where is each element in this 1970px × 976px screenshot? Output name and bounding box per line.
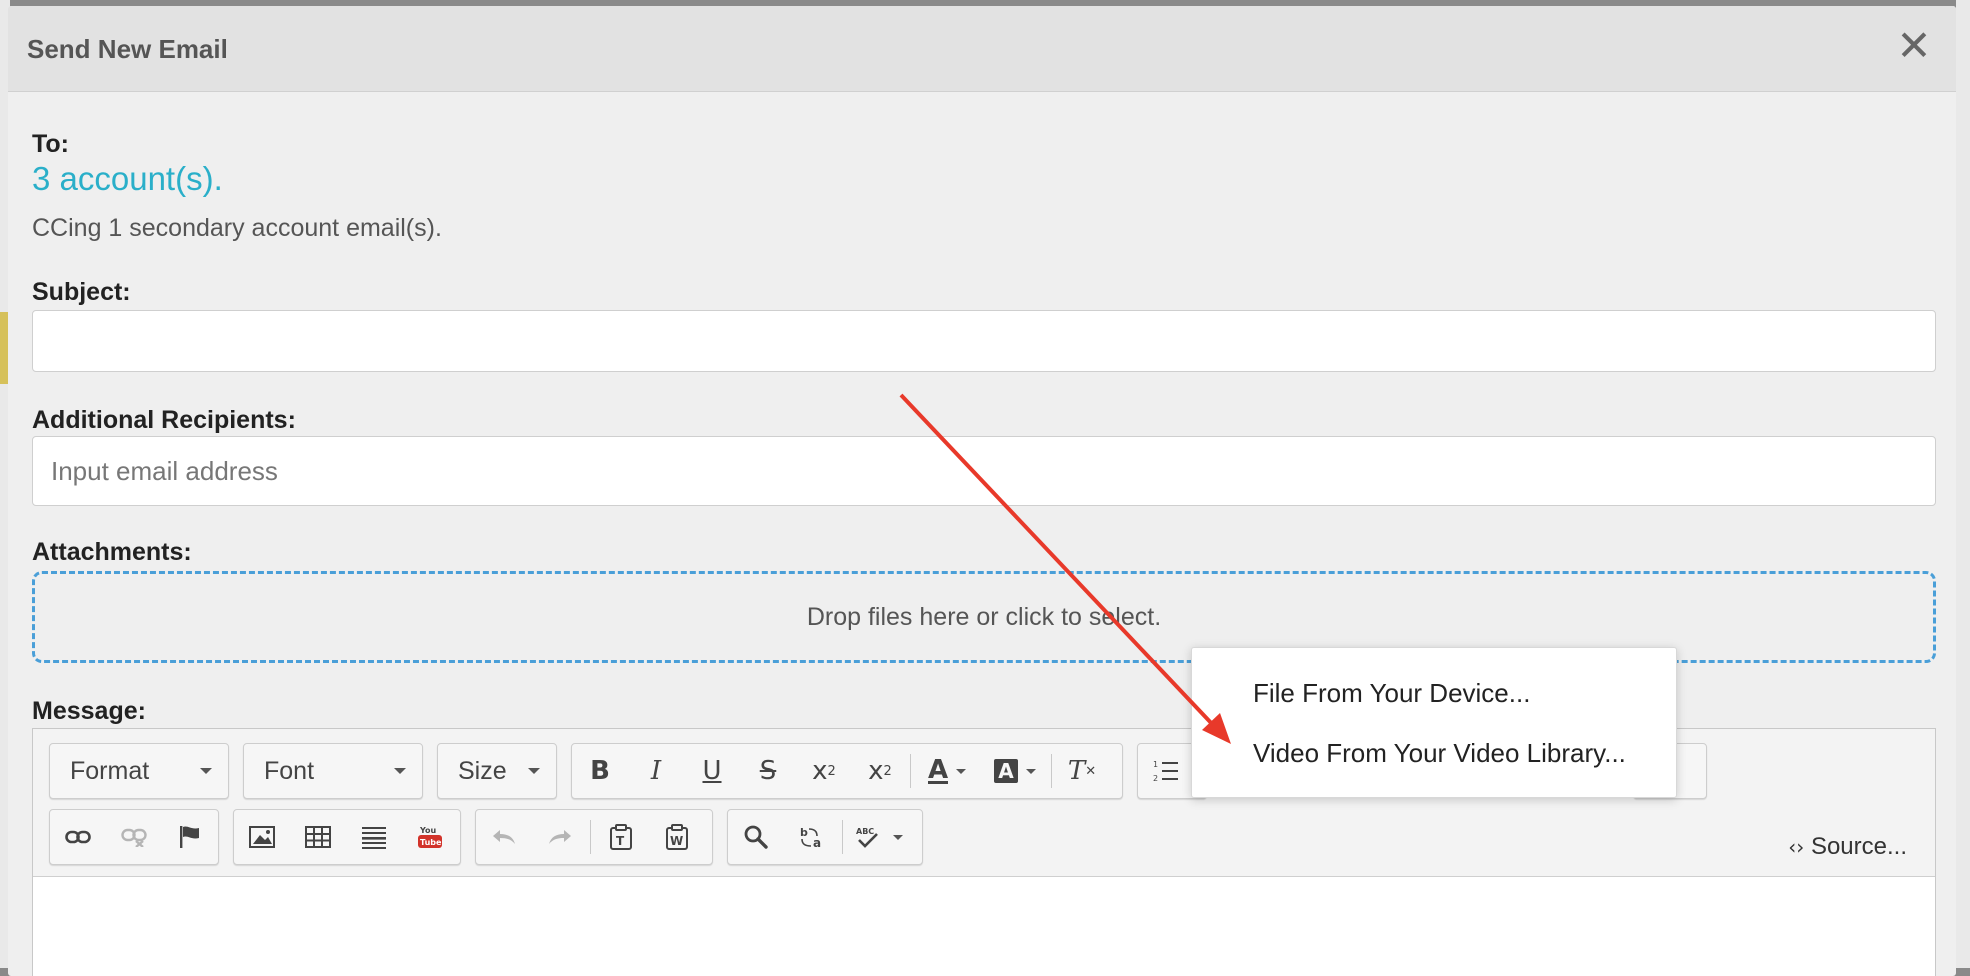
recipients-field-wrapper xyxy=(32,436,1936,506)
font-dropdown[interactable]: Font xyxy=(243,743,423,799)
svg-text:T: T xyxy=(616,834,625,848)
find-spell-group: ba ABC xyxy=(727,809,923,865)
chevron-down-icon xyxy=(394,768,406,774)
size-dropdown[interactable]: Size xyxy=(437,743,557,799)
anchor-flag-icon[interactable] xyxy=(162,812,218,862)
to-label: To: xyxy=(32,130,70,158)
backdrop-right xyxy=(1956,0,1970,968)
dropzone-text: Drop files here or click to select. xyxy=(806,602,1162,631)
subscript-icon[interactable]: x2 xyxy=(796,746,852,796)
numbered-list-icon[interactable]: 12 xyxy=(1138,746,1194,796)
svg-text:1: 1 xyxy=(1153,760,1158,769)
unlink-icon[interactable] xyxy=(106,812,162,862)
background-color-icon[interactable]: A xyxy=(981,746,1049,796)
code-icon: ‹› xyxy=(1788,835,1805,859)
superscript-icon[interactable]: x2 xyxy=(852,746,908,796)
svg-text:a: a xyxy=(813,836,821,849)
source-label: Source... xyxy=(1810,833,1907,860)
svg-text:You: You xyxy=(419,826,437,835)
attachments-label: Attachments: xyxy=(32,538,192,566)
chevron-down-icon xyxy=(200,768,212,774)
italic-icon[interactable]: I xyxy=(628,746,684,796)
text-color-icon[interactable]: A xyxy=(913,746,981,796)
link-group xyxy=(49,809,219,865)
insert-group: You Tube xyxy=(233,809,461,865)
format-dropdown[interactable]: Format xyxy=(49,743,229,799)
spellcheck-icon[interactable]: ABC xyxy=(845,812,913,862)
horizontal-rule-icon[interactable] xyxy=(346,812,402,862)
modal-header: Send New Email ✕ xyxy=(8,6,1956,92)
bold-icon[interactable]: B xyxy=(572,746,628,796)
underline-icon[interactable]: U xyxy=(684,746,740,796)
strikethrough-icon[interactable]: S xyxy=(740,746,796,796)
svg-text:2: 2 xyxy=(1153,774,1158,783)
source-button[interactable]: ‹› Source... xyxy=(1788,833,1907,861)
history-clipboard-group: T W xyxy=(475,809,713,865)
image-icon[interactable] xyxy=(234,812,290,862)
text-style-group: B I U S x2 x2 A A T ✕ xyxy=(571,743,1123,799)
toolbar-separator xyxy=(910,754,911,788)
message-label: Message: xyxy=(32,697,146,725)
paste-text-icon[interactable]: T xyxy=(593,812,649,862)
font-dropdown-label: Font xyxy=(264,756,315,785)
undo-icon[interactable] xyxy=(476,812,532,862)
svg-text:ABC: ABC xyxy=(856,827,874,836)
menu-item-file-from-device[interactable]: File From Your Device... xyxy=(1253,678,1530,709)
replace-icon[interactable]: ba xyxy=(784,812,840,862)
modal-title: Send New Email xyxy=(27,34,228,64)
svg-text:Tube: Tube xyxy=(420,838,442,847)
cc-note: CCing 1 secondary account email(s). xyxy=(32,214,442,242)
menu-item-video-from-library[interactable]: Video From Your Video Library... xyxy=(1253,738,1626,769)
paste-word-icon[interactable]: W xyxy=(649,812,705,862)
backdrop-highlight xyxy=(0,312,8,384)
remove-format-icon[interactable]: T ✕ xyxy=(1054,746,1110,796)
subject-input[interactable] xyxy=(33,311,1935,371)
message-body-input[interactable] xyxy=(33,877,1935,976)
to-accounts-link[interactable]: 3 account(s). xyxy=(32,160,223,198)
toolbar-separator xyxy=(842,820,843,854)
subject-field-wrapper xyxy=(32,310,1936,372)
chevron-down-icon xyxy=(528,768,540,774)
link-icon[interactable] xyxy=(50,812,106,862)
svg-text:W: W xyxy=(670,834,683,848)
toolbar-separator xyxy=(1051,754,1052,788)
attach-source-menu: File From Your Device... Video From Your… xyxy=(1191,647,1677,798)
format-dropdown-label: Format xyxy=(70,756,150,785)
size-dropdown-label: Size xyxy=(458,756,507,785)
toolbar-separator xyxy=(590,820,591,854)
recipients-input[interactable] xyxy=(33,437,1935,505)
table-icon[interactable] xyxy=(290,812,346,862)
send-email-modal: Send New Email ✕ To: 3 account(s). CCing… xyxy=(8,6,1956,976)
recipients-label: Additional Recipients: xyxy=(32,406,296,434)
search-icon[interactable] xyxy=(728,812,784,862)
svg-text:b: b xyxy=(800,826,808,839)
subject-label: Subject: xyxy=(32,278,131,306)
redo-icon[interactable] xyxy=(532,812,588,862)
youtube-icon[interactable]: You Tube xyxy=(402,812,458,862)
close-icon[interactable]: ✕ xyxy=(1894,25,1934,67)
